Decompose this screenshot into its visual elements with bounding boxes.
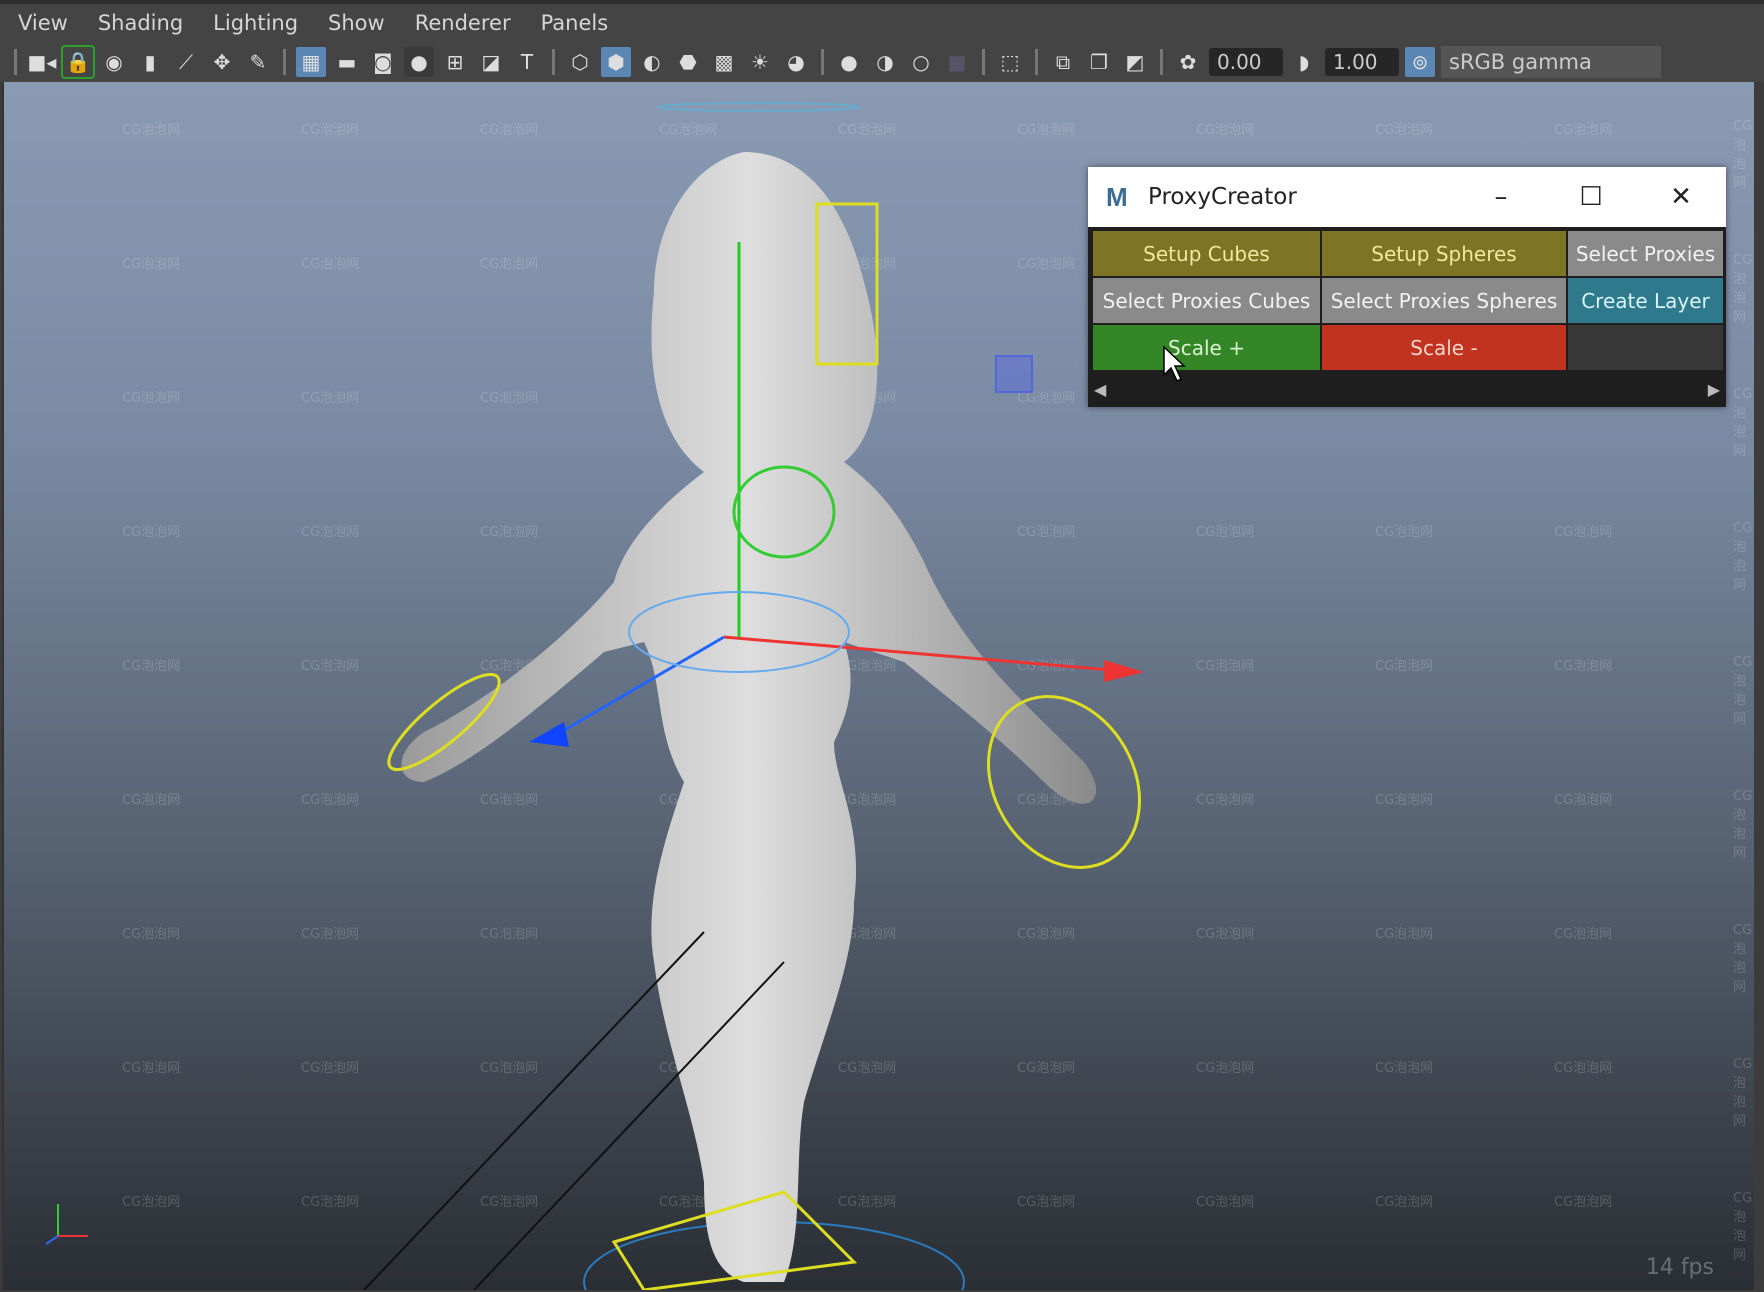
grid-icon[interactable]: ▦ — [296, 47, 326, 77]
menu-shading[interactable]: Shading — [98, 11, 183, 35]
empty-cell — [1568, 325, 1723, 370]
lights-icon[interactable]: ☀ — [745, 47, 775, 77]
panel-toolbar: ■◂ 🔒 ◉ ▮ ⟋ ✥ ✎ ▦ ▬ ◙ ● ⊞ ◪ T ⬡ ⬢ ◐ ⬣ ▩ ☀… — [0, 42, 1764, 82]
grease-pencil-icon[interactable]: ✎ — [243, 47, 273, 77]
blue-control — [995, 355, 1033, 393]
minimize-button[interactable]: – — [1456, 182, 1546, 212]
field-chart-icon[interactable]: ⊞ — [440, 47, 470, 77]
separator — [283, 49, 286, 75]
select-proxies-spheres-button[interactable]: Select Proxies Spheres — [1322, 278, 1566, 323]
film-gate-icon[interactable]: ▬ — [332, 47, 362, 77]
scroll-right-icon[interactable]: ▶ — [1708, 380, 1720, 399]
menu-view[interactable]: View — [18, 11, 68, 35]
xray-joints-icon[interactable]: ❐ — [1084, 47, 1114, 77]
select-proxies-button[interactable]: Select Proxies — [1568, 231, 1723, 276]
wireframe-icon[interactable]: ⬡ — [565, 47, 595, 77]
resolution-gate-icon[interactable]: ◙ — [368, 47, 398, 77]
gamma-field[interactable]: 1.00 — [1325, 48, 1399, 76]
xray-icon[interactable]: ⧉ — [1048, 47, 1078, 77]
scale-down-button[interactable]: Scale - — [1322, 325, 1566, 370]
lock-camera-icon[interactable]: 🔒 — [61, 45, 95, 79]
panel-menubar: View Shading Lighting Show Renderer Pane… — [0, 0, 1764, 42]
2d-pan-icon[interactable]: ✥ — [207, 47, 237, 77]
menu-renderer[interactable]: Renderer — [415, 11, 511, 35]
antialiasing-icon[interactable]: ○ — [906, 47, 936, 77]
setup-spheres-button[interactable]: Setup Spheres — [1322, 231, 1566, 276]
scale-up-button[interactable]: Scale + — [1093, 325, 1320, 370]
x-arrow — [1104, 660, 1144, 682]
axis-gizmo — [40, 1186, 100, 1250]
menu-panels[interactable]: Panels — [541, 11, 609, 35]
close-button[interactable]: ✕ — [1636, 182, 1726, 212]
color-space-dropdown[interactable]: sRGB gamma — [1441, 46, 1661, 78]
gamma-icon[interactable]: ◗ — [1289, 47, 1319, 77]
fps-readout: 14 fps — [1645, 1255, 1714, 1280]
separator — [14, 49, 17, 75]
mouse-cursor-icon — [1163, 345, 1186, 383]
safe-action-icon[interactable]: ◪ — [476, 47, 506, 77]
select-proxies-cubes-button[interactable]: Select Proxies Cubes — [1093, 278, 1320, 323]
create-layer-button[interactable]: Create Layer — [1568, 278, 1723, 323]
default-material-icon[interactable]: ◐ — [637, 47, 667, 77]
smooth-shade-icon[interactable]: ⬢ — [601, 47, 631, 77]
motion-blur-icon[interactable]: ◑ — [870, 47, 900, 77]
window-title: ProxyCreator — [1148, 184, 1297, 210]
image-plane-icon[interactable]: ⟋ — [171, 47, 201, 77]
exposure-icon[interactable]: ✿ — [1173, 47, 1203, 77]
xray-components-icon[interactable]: ◩ — [1120, 47, 1150, 77]
camera-attributes-icon[interactable]: ◉ — [99, 47, 129, 77]
menu-show[interactable]: Show — [328, 11, 385, 35]
body — [401, 152, 1097, 1282]
safe-title-icon[interactable]: T — [512, 47, 542, 77]
separator — [821, 49, 824, 75]
z-arrow — [529, 722, 569, 747]
maximize-button[interactable]: ☐ — [1546, 182, 1636, 212]
shadows-icon[interactable]: ◕ — [781, 47, 811, 77]
maya-logo-icon: M — [1106, 182, 1128, 212]
color-management-icon[interactable]: ⊚ — [1405, 47, 1435, 77]
separator — [552, 49, 555, 75]
isolate-select-icon[interactable]: ⬚ — [995, 47, 1025, 77]
separator — [1160, 49, 1163, 75]
separator — [1035, 49, 1038, 75]
textured-icon[interactable]: ▩ — [709, 47, 739, 77]
gate-mask-icon[interactable]: ● — [404, 47, 434, 77]
bookmark-icon[interactable]: ▮ — [135, 47, 165, 77]
camera-icon[interactable]: ■◂ — [27, 47, 57, 77]
window-titlebar[interactable]: M ProxyCreator – ☐ ✕ — [1088, 167, 1726, 227]
setup-cubes-button[interactable]: Setup Cubes — [1093, 231, 1320, 276]
halo-control — [658, 102, 860, 112]
exposure-field[interactable]: 0.00 — [1209, 48, 1283, 76]
menu-lighting[interactable]: Lighting — [213, 11, 298, 35]
scroll-left-icon[interactable]: ◀ — [1094, 380, 1106, 399]
screen-space-ao-icon[interactable]: ● — [834, 47, 864, 77]
depth-of-field-icon[interactable]: ■ — [942, 47, 972, 77]
separator — [982, 49, 985, 75]
wireframe-on-shaded-icon[interactable]: ⬣ — [673, 47, 703, 77]
